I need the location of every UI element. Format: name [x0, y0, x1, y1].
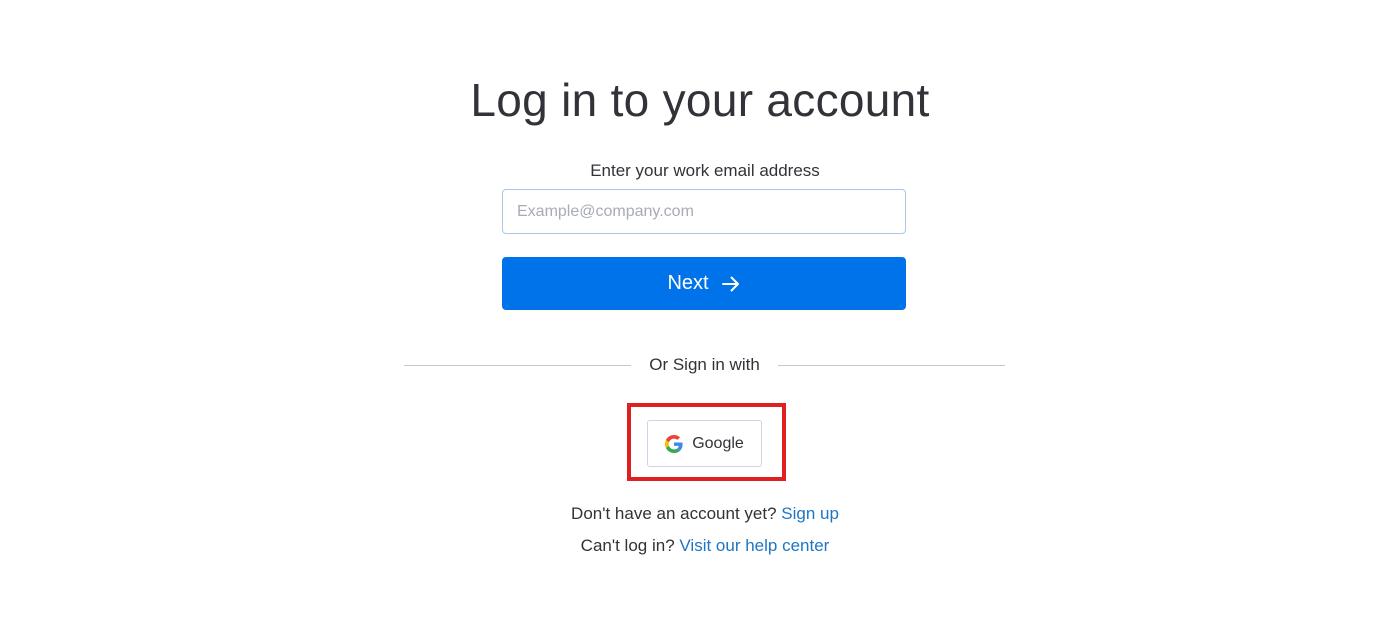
google-button-label: Google [692, 434, 744, 452]
signup-prompt-text: Don't have an account yet? [571, 504, 777, 523]
page-title: Log in to your account [470, 74, 930, 126]
divider-line-left [404, 364, 632, 366]
help-prompt-line: Can't log in? Visit our help center [0, 535, 1400, 557]
divider-line-right [777, 364, 1006, 366]
sign-in-divider: Or Sign in with [404, 352, 1006, 378]
email-label: Enter your work email address [590, 161, 820, 180]
sign-up-link[interactable]: Sign up [781, 504, 839, 523]
signup-prompt-line: Don't have an account yet? Sign up [0, 503, 1400, 525]
arrow-right-icon [721, 275, 741, 293]
login-page: Log in to your account Enter your work e… [0, 0, 1400, 618]
help-center-link[interactable]: Visit our help center [679, 536, 829, 555]
email-input[interactable] [502, 189, 906, 234]
help-prompt-text: Can't log in? [580, 536, 675, 555]
next-button[interactable]: Next [502, 257, 906, 310]
google-sign-in-button[interactable]: Google [647, 420, 762, 467]
google-logo-icon [665, 434, 683, 453]
next-button-label: Next [667, 272, 709, 294]
divider-text: Or Sign in with [649, 355, 760, 374]
